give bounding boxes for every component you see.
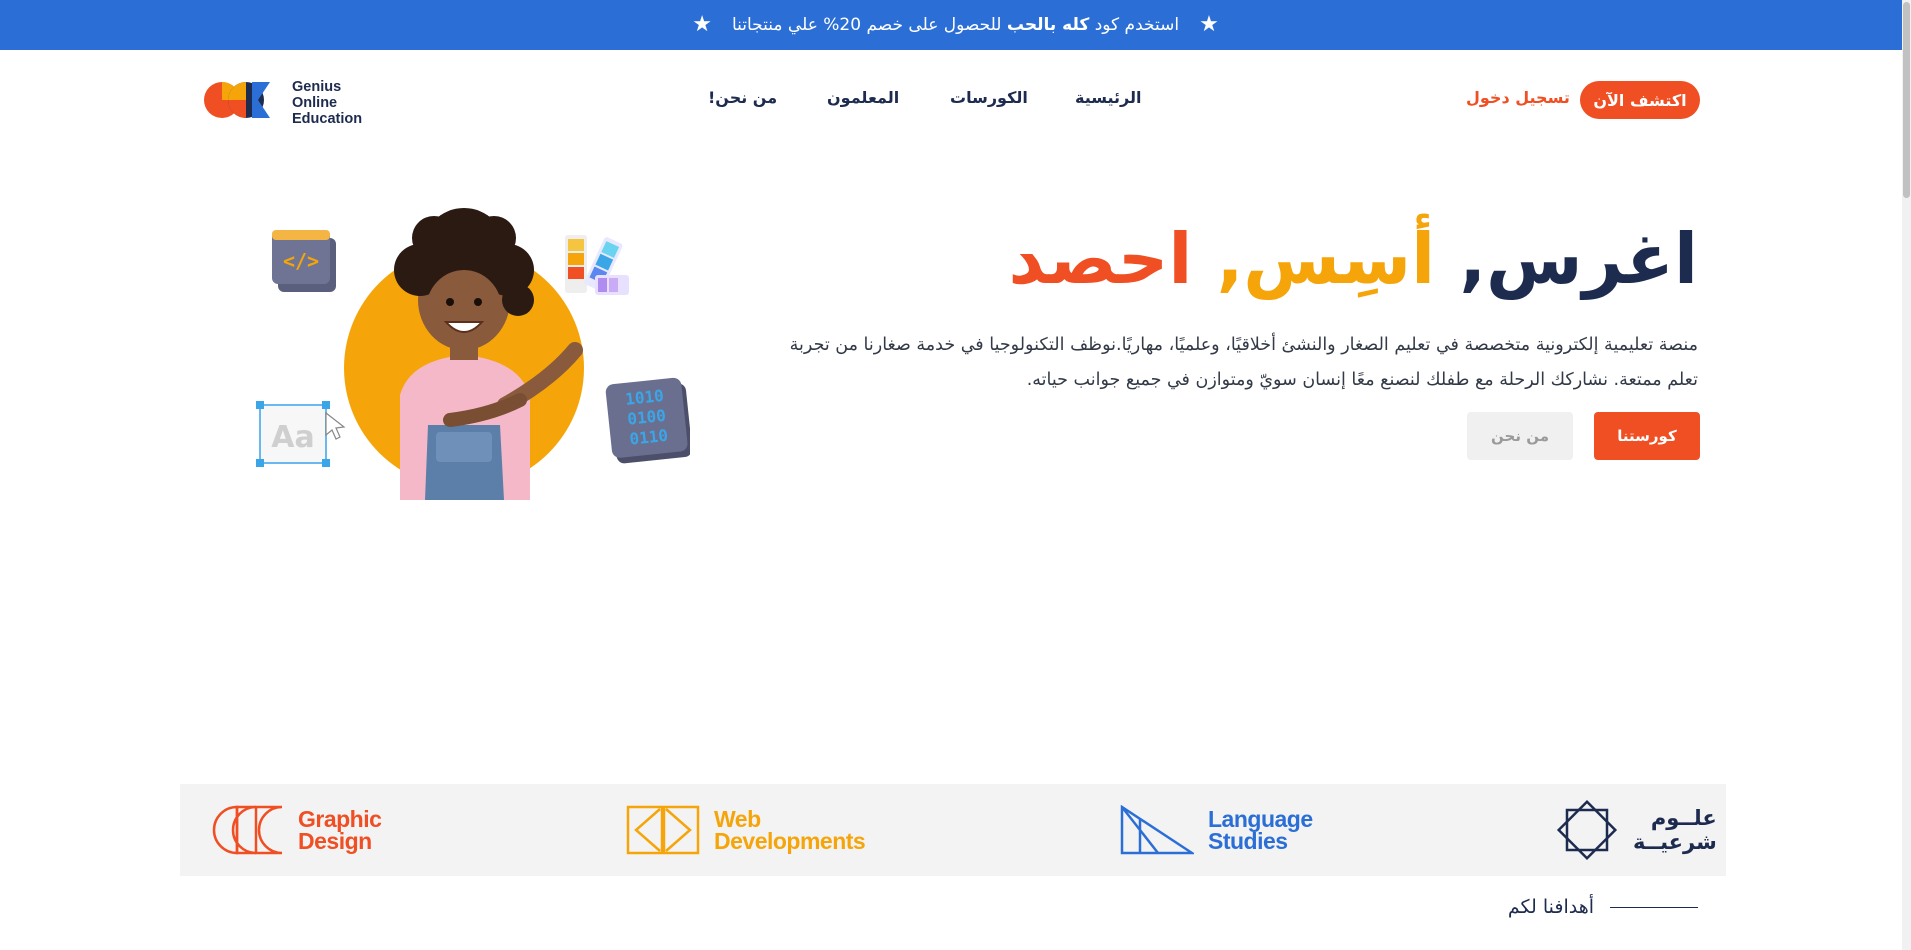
binary-row-2: 0100 — [626, 406, 666, 429]
promo-code: كله بالحب — [1006, 15, 1090, 35]
promo-text: استخدم كود كله بالحب للحصول على خصم 20% … — [732, 15, 1179, 35]
category-web-developments[interactable]: Web Developments — [626, 784, 866, 876]
language-studies-line-2: Studies — [1208, 828, 1288, 854]
graphic-design-icon — [212, 805, 283, 855]
category-language-studies[interactable]: Language Studies — [1120, 784, 1313, 876]
page-scrollbar[interactable] — [1902, 0, 1911, 950]
binary-row-3: 0110 — [629, 426, 669, 449]
typography-icon: Aa — [256, 401, 346, 467]
nav-home[interactable]: الرئيسية — [1075, 88, 1142, 107]
login-link[interactable]: تسجيل دخول — [1466, 88, 1570, 107]
nav-about[interactable]: من نحن! — [708, 88, 777, 107]
star-icon: ★ — [692, 12, 712, 37]
sharia-label: علــوم شرعيــة — [1633, 806, 1717, 854]
category-sharia-sciences[interactable]: علــوم شرعيــة — [1555, 784, 1717, 876]
scrollbar-thumb[interactable] — [1903, 2, 1910, 198]
graphic-design-label: Graphic Design — [298, 806, 382, 854]
binary-row-1: 1010 — [624, 386, 664, 409]
headline-word-1: اغرس, — [1459, 218, 1699, 300]
web-developments-line-2: Developments — [714, 828, 866, 854]
web-developments-label: Web Developments — [714, 806, 866, 854]
logo-mark-icon — [204, 82, 270, 118]
hero-headline: اغرس, أسِس, احصد — [1008, 214, 1699, 304]
language-studies-label: Language Studies — [1208, 806, 1313, 854]
language-studies-line-1: Language — [1208, 806, 1313, 832]
logo-line-3: Education — [292, 111, 363, 127]
goals-title: أهدافنا لكم — [1507, 896, 1594, 918]
hero-description: منصة تعليمية إلكترونية متخصصة في تعليم ا… — [789, 335, 1698, 390]
our-courses-button[interactable]: كورستنا — [1594, 412, 1700, 460]
web-developments-line-1: Web — [714, 806, 761, 832]
promo-bar: ★ استخدم كود كله بالحب للحصول على خصم 20… — [0, 0, 1911, 50]
logo-wordmark[interactable]: Genius Online Education — [292, 79, 362, 127]
headline-word-3: احصد — [1008, 218, 1193, 300]
code-badge-text: </> — [283, 249, 319, 273]
graphic-design-line-2: Design — [298, 828, 372, 854]
explore-button[interactable]: اكتشف الآن — [1580, 81, 1700, 119]
font-badge-text: Aa — [271, 420, 314, 455]
web-development-icon — [626, 805, 700, 855]
about-us-button[interactable]: من نحن — [1467, 412, 1573, 460]
promo-prefix: استخدم كود — [1094, 15, 1180, 35]
categories-strip: Graphic Design Web Developments Language… — [180, 784, 1726, 876]
graphic-design-line-1: Graphic — [298, 806, 382, 832]
sharia-line-1: علــوم — [1650, 806, 1717, 830]
color-palette-icon — [565, 235, 629, 295]
promo-suffix: للحصول على خصم 20% علي منتجاتنا — [731, 15, 1002, 35]
hero-illustration: </> Aa 1010 0100 0110 — [256, 208, 690, 500]
code-icon: </> — [272, 230, 336, 292]
goals-heading: أهدافنا لكم — [1508, 896, 1698, 918]
logo-line-2: Online — [292, 95, 338, 111]
star-icon: ★ — [1199, 12, 1219, 37]
nav-teachers[interactable]: المعلمون — [827, 88, 899, 107]
nav-courses[interactable]: الكورسات — [950, 88, 1028, 107]
sharia-star-icon — [1556, 799, 1618, 861]
binary-chip-icon: 1010 0100 0110 — [605, 377, 690, 464]
logo-line-1: Genius — [292, 79, 342, 95]
category-graphic-design[interactable]: Graphic Design — [212, 784, 382, 876]
sharia-line-2: شرعيــة — [1633, 830, 1717, 854]
headline-word-2: أسِس, — [1216, 218, 1436, 300]
goals-divider — [1610, 906, 1698, 908]
language-studies-icon — [1120, 805, 1194, 855]
